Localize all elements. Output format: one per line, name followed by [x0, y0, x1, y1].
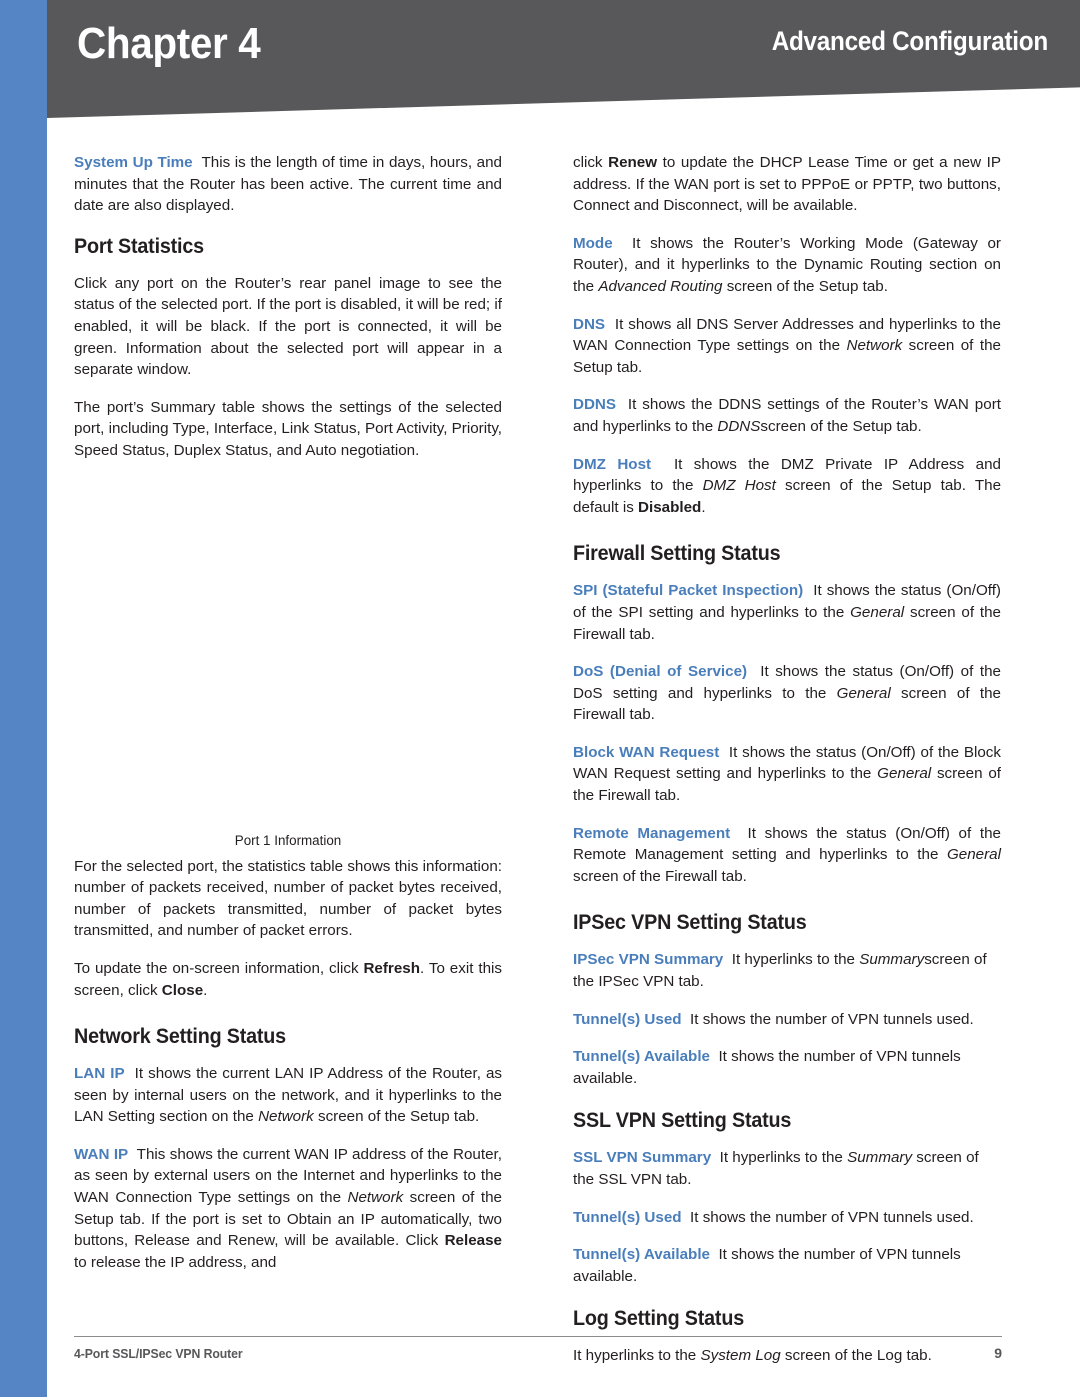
paragraph-spi: SPI (Stateful Packet Inspection) It show…	[573, 580, 1001, 645]
paragraph-renew: click Renew to update the DHCP Lease Tim…	[573, 152, 1001, 217]
heading-ssl-vpn-setting-status: SSL VPN Setting Status	[573, 1109, 792, 1133]
paragraph-dmz-host: DMZ Host It shows the DMZ Private IP Add…	[573, 454, 1001, 519]
dmz-post: .	[701, 498, 706, 516]
heading-port-statistics: Port Statistics	[74, 234, 204, 258]
ssl-summary-italic: Summary	[847, 1149, 913, 1167]
chapter-subject: Advanced Configuration	[771, 26, 1048, 56]
ipsec-tunnels-used-text: It shows the number of VPN tunnels used.	[690, 1010, 974, 1028]
footer-page-number: 9	[994, 1345, 1002, 1361]
document-page: Chapter 4 Advanced Configuration System …	[0, 0, 1080, 1397]
paragraph-log-setting: It hyperlinks to the System Log screen o…	[573, 1345, 1001, 1367]
term-lan-ip: LAN IP	[74, 1065, 125, 1083]
paragraph-port-statistics-2: The port’s Summary table shows the setti…	[74, 398, 502, 459]
renew-pre: click	[573, 154, 609, 171]
term-system-up-time: System Up Time	[74, 154, 193, 171]
dos-italic: General	[836, 684, 891, 702]
log-post: screen of the Log tab.	[780, 1347, 932, 1365]
term-wan-ip: WAN IP	[74, 1145, 129, 1163]
log-italic: System Log	[700, 1347, 781, 1365]
remote-mgmt-italic: General	[946, 846, 1001, 864]
lan-ip-post: screen of the Setup tab.	[313, 1108, 480, 1126]
figure-caption: Port 1 Information	[234, 832, 342, 848]
term-block-wan-request: Block WAN Request	[573, 743, 720, 761]
footer-product-name: 4-Port SSL/IPSec VPN Router	[74, 1346, 243, 1361]
chapter-header-content: Chapter 4 Advanced Configuration	[47, 0, 1080, 118]
term-ipsec-vpn-summary: IPSec VPN Summary	[573, 951, 724, 969]
mode-post: screen of the Setup tab.	[722, 277, 888, 295]
ddns-post: screen of the Setup tab.	[760, 417, 922, 435]
paragraph-remote-management: Remote Management It shows the status (O…	[573, 823, 1001, 888]
remote-mgmt-post: screen of the Firewall tab.	[573, 867, 747, 885]
paragraph-ssl-tunnels-available: Tunnel(s) Available It shows the number …	[573, 1244, 1001, 1287]
heading-log-setting-status: Log Setting Status	[573, 1307, 744, 1331]
wan-ip-italic: Network	[347, 1189, 404, 1207]
dmz-default-value: Disabled	[638, 498, 702, 516]
paragraph-ipsec-tunnels-used: Tunnel(s) Used It shows the number of VP…	[573, 1009, 1001, 1031]
chapter-title: Chapter 4	[77, 19, 261, 68]
refresh-button-label: Refresh	[363, 959, 421, 977]
paragraph-dns: DNS It shows all DNS Server Addresses an…	[573, 314, 1001, 379]
figure-port-1-information: Port 1 Information	[74, 477, 502, 856]
ipsec-summary-pre: It hyperlinks to the	[731, 951, 860, 969]
ddns-italic: DDNS	[717, 417, 761, 435]
spi-italic: General	[850, 603, 905, 621]
lan-ip-italic: Network	[258, 1108, 314, 1126]
paragraph-dos: DoS (Denial of Service) It shows the sta…	[573, 661, 1001, 726]
release-button-label: Release	[444, 1232, 502, 1250]
figure-image-placeholder	[74, 477, 502, 830]
paragraph-ddns: DDNS It shows the DDNS settings of the R…	[573, 394, 1001, 437]
paragraph-ipsec-tunnels-available: Tunnel(s) Available It shows the number …	[573, 1046, 1001, 1089]
paragraph-lan-ip: LAN IP It shows the current LAN IP Addre…	[74, 1063, 502, 1128]
refresh-post: .	[203, 981, 208, 999]
right-column: click Renew to update the DHCP Lease Tim…	[573, 152, 1001, 1383]
left-blue-spine	[0, 0, 47, 1397]
block-wan-italic: General	[877, 765, 932, 783]
heading-firewall-setting-status: Firewall Setting Status	[573, 542, 781, 566]
term-ssl-vpn-summary: SSL VPN Summary	[573, 1149, 712, 1167]
dmz-italic: DMZ Host	[702, 477, 776, 495]
renew-button-label: Renew	[608, 154, 658, 171]
term-dmz-host: DMZ Host	[573, 455, 652, 473]
heading-network-setting-status: Network Setting Status	[74, 1025, 286, 1049]
paragraph-block-wan-request: Block WAN Request It shows the status (O…	[573, 742, 1001, 807]
ssl-tunnels-used-text: It shows the number of VPN tunnels used.	[690, 1208, 974, 1226]
paragraph-mode: Mode It shows the Router’s Working Mode …	[573, 233, 1001, 298]
mode-italic: Advanced Routing	[598, 277, 723, 295]
paragraph-system-up-time: System Up Time This is the length of tim…	[74, 152, 502, 217]
term-remote-management: Remote Management	[573, 824, 731, 842]
paragraph-ipsec-vpn-summary: IPSec VPN Summary It hyperlinks to the S…	[573, 949, 1001, 992]
term-ipsec-tunnels-available: Tunnel(s) Available	[573, 1048, 710, 1066]
left-column: System Up Time This is the length of tim…	[74, 152, 502, 1289]
paragraph-port-statistics-1: Click any port on the Router’s rear pane…	[74, 274, 502, 379]
dns-italic: Network	[846, 337, 903, 355]
term-dos: DoS (Denial of Service)	[573, 663, 748, 681]
paragraph-refresh-close: To update the on-screen information, cli…	[74, 958, 502, 1001]
refresh-pre: To update the on-screen information, cli…	[74, 959, 364, 977]
term-ddns: DDNS	[573, 396, 617, 414]
footer-divider	[74, 1336, 1002, 1337]
log-pre: It hyperlinks to the	[573, 1347, 701, 1365]
term-ipsec-tunnels-used: Tunnel(s) Used	[573, 1010, 682, 1028]
paragraph-ssl-tunnels-used: Tunnel(s) Used It shows the number of VP…	[573, 1207, 1001, 1229]
paragraph-statistics-info: For the selected port, the statistics ta…	[74, 857, 502, 940]
term-ssl-tunnels-available: Tunnel(s) Available	[573, 1246, 710, 1264]
term-mode: Mode	[573, 234, 613, 252]
close-button-label: Close	[161, 981, 204, 999]
ssl-summary-pre: It hyperlinks to the	[719, 1149, 848, 1167]
paragraph-ssl-vpn-summary: SSL VPN Summary It hyperlinks to the Sum…	[573, 1147, 1001, 1190]
term-dns: DNS	[573, 315, 606, 333]
term-ssl-tunnels-used: Tunnel(s) Used	[573, 1208, 682, 1226]
paragraph-wan-ip: WAN IP This shows the current WAN IP add…	[74, 1144, 502, 1274]
wan-ip-post: to release the IP address, and	[74, 1253, 277, 1271]
ipsec-summary-italic: Summary	[859, 951, 925, 969]
heading-ipsec-vpn-setting-status: IPSec VPN Setting Status	[573, 911, 807, 935]
term-spi: SPI (Stateful Packet Inspection)	[573, 582, 804, 600]
